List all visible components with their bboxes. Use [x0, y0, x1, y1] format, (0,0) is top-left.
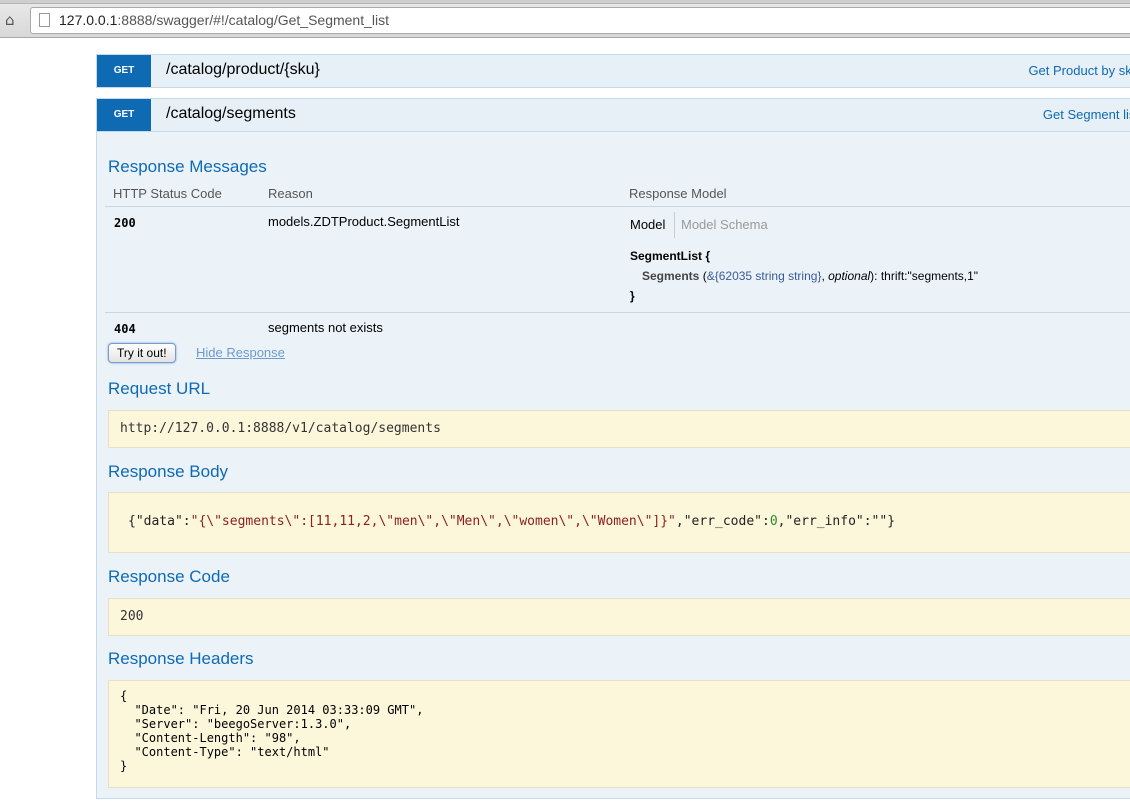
response-body-title: Response Body — [108, 462, 229, 481]
model-close: } — [630, 289, 635, 303]
hide-response-link[interactable]: Hide Response — [196, 345, 285, 360]
tab-model-schema[interactable]: Model Schema — [681, 217, 768, 232]
browser-toolbar: ⌂ 127.0.0.1:8888/swagger/#!/catalog/Get_… — [0, 0, 1130, 38]
reason: models.ZDTProduct.SegmentList — [268, 214, 460, 229]
request-url-title: Request URL — [108, 379, 211, 398]
endpoint-summary[interactable]: Get Product by sku — [1028, 63, 1130, 78]
response-messages-title: Response Messages — [108, 157, 267, 176]
status-code: 200 — [114, 216, 136, 230]
endpoint-get-segments: GET /catalog/segments Get Segment list R… — [96, 98, 1130, 799]
response-body-token: ,"err_info":""} — [777, 514, 896, 529]
status-code: 404 — [114, 322, 136, 336]
field-optional: optional — [828, 269, 871, 283]
response-code: 200 — [120, 609, 144, 624]
request-url-box: http://127.0.0.1:8888/v1/catalog/segment… — [108, 410, 1130, 448]
response-headers: { "Date": "Fri, 20 Jun 2014 03:33:09 GMT… — [120, 689, 424, 773]
endpoint-header[interactable]: GET /catalog/product/{sku} Get Product b… — [97, 55, 1130, 87]
url-host: 127.0.0.1 — [59, 12, 118, 28]
field-type: &{62035 string string} — [706, 269, 822, 283]
try-it-out-button[interactable]: Try it out! — [108, 343, 176, 363]
response-body-token: ,"err_code": — [675, 514, 770, 529]
divider — [105, 312, 1130, 313]
reason: segments not exists — [268, 320, 383, 335]
response-body-box: {"data":"{\"segments\":[11,11,2,\"men\",… — [108, 492, 1130, 553]
method-badge[interactable]: GET — [97, 55, 151, 87]
col-response-model: Response Model — [629, 186, 727, 201]
endpoint-header[interactable]: GET /catalog/segments Get Segment list — [97, 99, 1130, 131]
response-code-box: 200 — [108, 598, 1130, 636]
response-code-title: Response Code — [108, 567, 230, 586]
request-url: http://127.0.0.1:8888/v1/catalog/segment… — [120, 421, 441, 436]
model-name: SegmentList { — [630, 249, 711, 263]
endpoint-body: Response Messages HTTP Status Code Reaso… — [97, 131, 1130, 798]
tab-strip — [0, 0, 1130, 4]
endpoint-summary[interactable]: Get Segment list — [1043, 107, 1130, 122]
endpoint-path[interactable]: /catalog/product/{sku} — [166, 61, 320, 79]
response-body-token: 0 — [769, 514, 778, 529]
response-headers-box: { "Date": "Fri, 20 Jun 2014 03:33:09 GMT… — [108, 680, 1130, 788]
url-path: :8888/swagger/#!/catalog/Get_Segment_lis… — [117, 12, 390, 28]
page-icon — [39, 13, 50, 27]
divider — [105, 206, 1130, 207]
col-status-code: HTTP Status Code — [113, 186, 222, 201]
endpoint-get-product: GET /catalog/product/{sku} Get Product b… — [96, 54, 1130, 88]
field-name: Segments — [642, 269, 700, 283]
endpoint-path[interactable]: /catalog/segments — [166, 105, 296, 123]
tab-model[interactable]: Model — [630, 217, 665, 232]
address-bar[interactable]: 127.0.0.1:8888/swagger/#!/catalog/Get_Se… — [30, 7, 1130, 34]
response-body-token: {"data": — [128, 514, 191, 529]
field-desc: : thrift:"segments,1" — [874, 269, 979, 283]
model-signature: SegmentList { Segments (&{62035 string s… — [630, 246, 978, 306]
col-reason: Reason — [268, 186, 313, 201]
tab-divider — [674, 212, 675, 238]
home-icon[interactable]: ⌂ — [5, 11, 15, 29]
method-badge[interactable]: GET — [97, 99, 151, 131]
response-headers-title: Response Headers — [108, 649, 254, 668]
response-body-token: "{\"segments\":[11,11,2,\"men\",\"Men\",… — [190, 514, 676, 529]
